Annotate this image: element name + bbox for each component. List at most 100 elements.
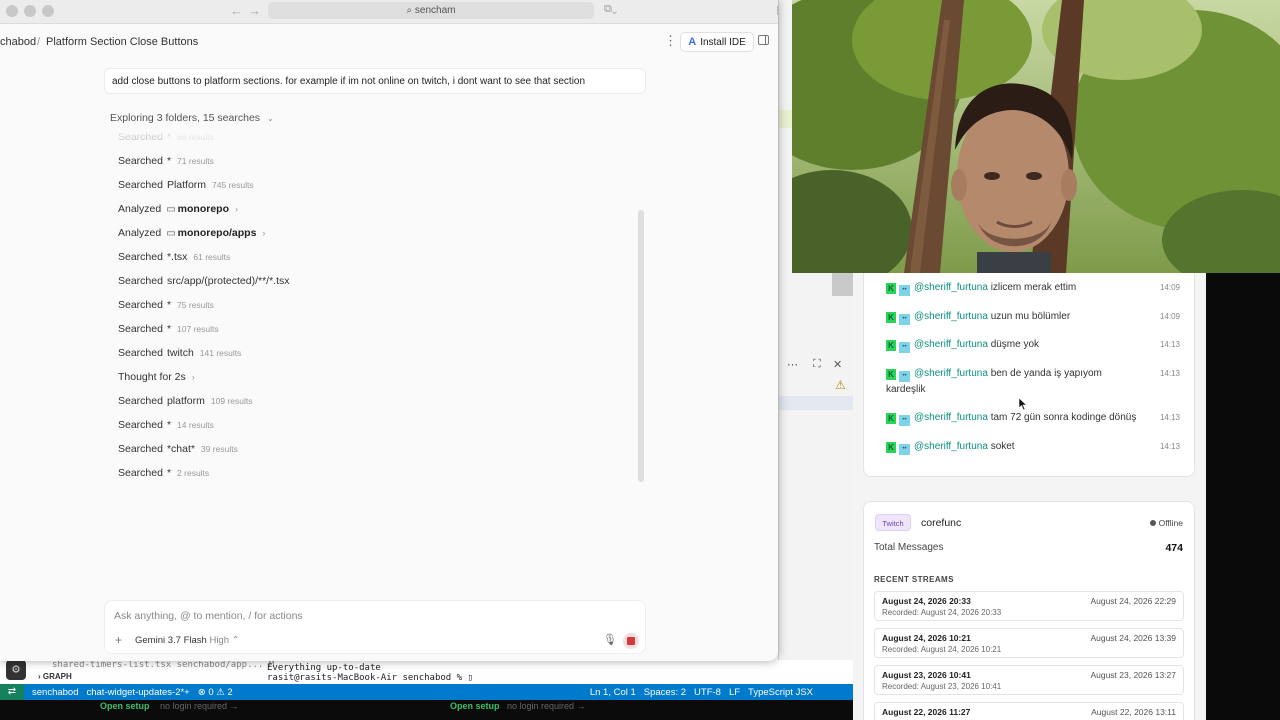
chat-username[interactable]: @sheriff_furtuna [914, 311, 988, 322]
maximize-icon[interactable]: ⛶ [813, 358, 821, 371]
chevron-right-icon: › [191, 372, 195, 382]
status-problems[interactable]: ⊗ 0 ⚠ 2 [198, 687, 233, 698]
window-close-button[interactable] [6, 5, 18, 17]
step-target: twitch [166, 347, 194, 359]
window-zoom-button[interactable] [42, 5, 54, 17]
exploration-step[interactable]: Searched * 107 results [118, 320, 219, 338]
exploration-step[interactable]: Searched * 71 results [118, 152, 214, 170]
chat-username[interactable]: @sheriff_furtuna [914, 339, 988, 350]
install-ide-label: Install IDE [700, 36, 746, 48]
steps-scrollbar[interactable] [638, 210, 644, 482]
open-setup-link[interactable]: Open setup [450, 700, 500, 712]
back-arrow-icon[interactable]: ← [230, 3, 243, 18]
stream-row[interactable]: August 24, 2026 20:33 Recorded: August 24… [874, 591, 1184, 621]
exploration-step[interactable]: Searched *chat* 39 results [118, 440, 238, 458]
graph-section-label[interactable]: › GRAPH [38, 672, 72, 681]
chat-message: K •• @sheriff_furtuna düşme yok 14:13 [886, 337, 1180, 353]
explore-summary[interactable]: Exploring 3 folders, 15 searches ⌄ [110, 112, 274, 124]
emote-badge-icon: •• [899, 415, 910, 426]
model-selector[interactable]: Gemini 3.7 Flash High ⌃ [135, 635, 240, 646]
share-icon[interactable]: ⧉⌄ [604, 3, 617, 16]
chat-username[interactable]: @sheriff_furtuna [914, 441, 988, 452]
panel-toggle-icon[interactable] [758, 35, 769, 45]
exploration-step[interactable]: Searched *.tsx 61 results [118, 248, 230, 266]
breadcrumb-separator: / [37, 36, 41, 48]
status-eol[interactable]: LF [729, 687, 740, 698]
window-minimize-button[interactable] [24, 5, 36, 17]
open-setup-link[interactable]: Open setup [100, 700, 150, 712]
step-action: Searched [118, 419, 163, 431]
editor-row-selected[interactable] [779, 396, 854, 410]
more-icon[interactable]: ⋯ [787, 358, 798, 371]
chat-message: K •• @sheriff_furtuna tam 72 gün sonra kod… [886, 410, 1180, 426]
live-chat-card[interactable]: K •• @sheriff_furtuna izlicem merak ettim 1… [863, 273, 1195, 477]
chat-timestamp: 14:13 [1159, 442, 1180, 451]
emote-badge-icon: •• [899, 444, 910, 455]
breadcrumb-root[interactable]: chabod [0, 36, 36, 48]
chat-input-box[interactable]: Ask anything, @ to mention, / for action… [104, 600, 646, 654]
chat-input-placeholder[interactable]: Ask anything, @ to mention, / for action… [114, 610, 303, 622]
chat-timestamp: 14:13 [1159, 340, 1180, 349]
step-target: * [166, 155, 172, 167]
login-note: no login required → [507, 701, 586, 711]
step-action: Searched [118, 275, 163, 287]
status-badge: Offline [1149, 518, 1183, 528]
exploration-step[interactable]: Searched twitch 141 results [118, 344, 241, 362]
chevron-right-icon: › [38, 672, 41, 681]
chat-text: düşme yok [990, 339, 1040, 350]
stream-row[interactable]: August 23, 2026 10:41 Recorded: August 23… [874, 665, 1184, 695]
stream-dashboard: K •• @sheriff_furtuna izlicem merak ettim 1… [853, 273, 1206, 720]
step-target: * [166, 467, 172, 479]
status-branch[interactable]: chat-widget-updates-2*+ [86, 687, 189, 698]
chat-username[interactable]: @sheriff_furtuna [914, 412, 988, 423]
mic-icon[interactable]: 🎙 [603, 633, 617, 646]
stream-row[interactable]: August 24, 2026 10:21 Recorded: August 24… [874, 628, 1184, 658]
stream-start: August 24, 2026 10:21 [882, 633, 971, 643]
step-target: * [166, 419, 172, 431]
exploration-step[interactable]: Analyzed ▭ monorepo › [118, 200, 238, 218]
chat-username[interactable]: @sheriff_furtuna [914, 368, 988, 379]
exploration-step[interactable]: Searched * 2 results [118, 464, 209, 480]
chat-username[interactable]: @sheriff_furtuna [914, 282, 988, 293]
exploration-step[interactable]: Searched platform 109 results [118, 392, 252, 410]
kebab-icon[interactable]: ⋮ [664, 33, 677, 49]
step-action: Analyzed [118, 203, 162, 215]
step-action: Searched [118, 179, 163, 191]
exploration-steps-list[interactable]: Searched*68 resultsSearched*71 resultsSe… [118, 128, 638, 480]
step-action: Searched [118, 347, 163, 359]
stream-row[interactable]: August 22, 2026 11:27 August 22, 2026 13:… [874, 702, 1184, 720]
model-level: High [209, 635, 229, 646]
step-result-count: 107 results [177, 324, 219, 334]
status-project[interactable]: senchabod [32, 687, 78, 698]
gear-icon[interactable]: ⚙ [6, 660, 26, 680]
login-note: no login required → [160, 701, 239, 711]
exploration-step[interactable]: Searched * 75 results [118, 296, 214, 314]
chat-timestamp: 14:13 [1159, 413, 1180, 422]
stream-recorded: Recorded: August 24, 2026 20:33 [882, 608, 1002, 617]
status-spaces[interactable]: Spaces: 2 [644, 687, 686, 698]
explore-folders: 3 folders [156, 112, 197, 124]
close-icon[interactable]: ✕ [833, 358, 842, 371]
address-bar[interactable]: ⌕ sencham [268, 2, 594, 19]
sidebar-icon[interactable]: ▯ [776, 3, 778, 16]
channel-card[interactable]: Twitch corefunc Offline Total Messages 4… [863, 501, 1195, 720]
exploration-step[interactable]: Searched Platform 745 results [118, 176, 254, 194]
editor-scrollbar[interactable] [832, 272, 854, 296]
status-encoding[interactable]: UTF-8 [694, 687, 721, 698]
exploration-step[interactable]: Thought for 2s › [118, 368, 195, 386]
chat-message: K •• @sheriff_furtuna soket 14:13 [886, 439, 1180, 455]
terminal-panel[interactable]: ⚙ shared-timers-list.tsx senchabod/app..… [0, 660, 853, 684]
step-target: *.tsx [166, 251, 188, 263]
forward-arrow-icon[interactable]: → [248, 3, 261, 18]
exploration-step[interactable]: Searched src/app/(protected)/**/*.tsx [118, 272, 290, 290]
exploration-step[interactable]: Analyzed ▭ monorepo/apps › [118, 224, 265, 242]
plus-icon[interactable]: + [115, 633, 122, 647]
status-language[interactable]: TypeScript JSX [748, 687, 813, 698]
install-ide-button[interactable]: A Install IDE [680, 32, 754, 52]
exploration-step[interactable]: Searched * 14 results [118, 416, 214, 434]
stream-end: August 23, 2026 13:27 [1090, 670, 1176, 680]
stop-icon[interactable] [623, 633, 639, 649]
channel-name: corefunc [921, 517, 962, 529]
remote-icon[interactable]: ⇄ [0, 684, 24, 700]
status-position[interactable]: Ln 1, Col 1 [590, 687, 636, 698]
